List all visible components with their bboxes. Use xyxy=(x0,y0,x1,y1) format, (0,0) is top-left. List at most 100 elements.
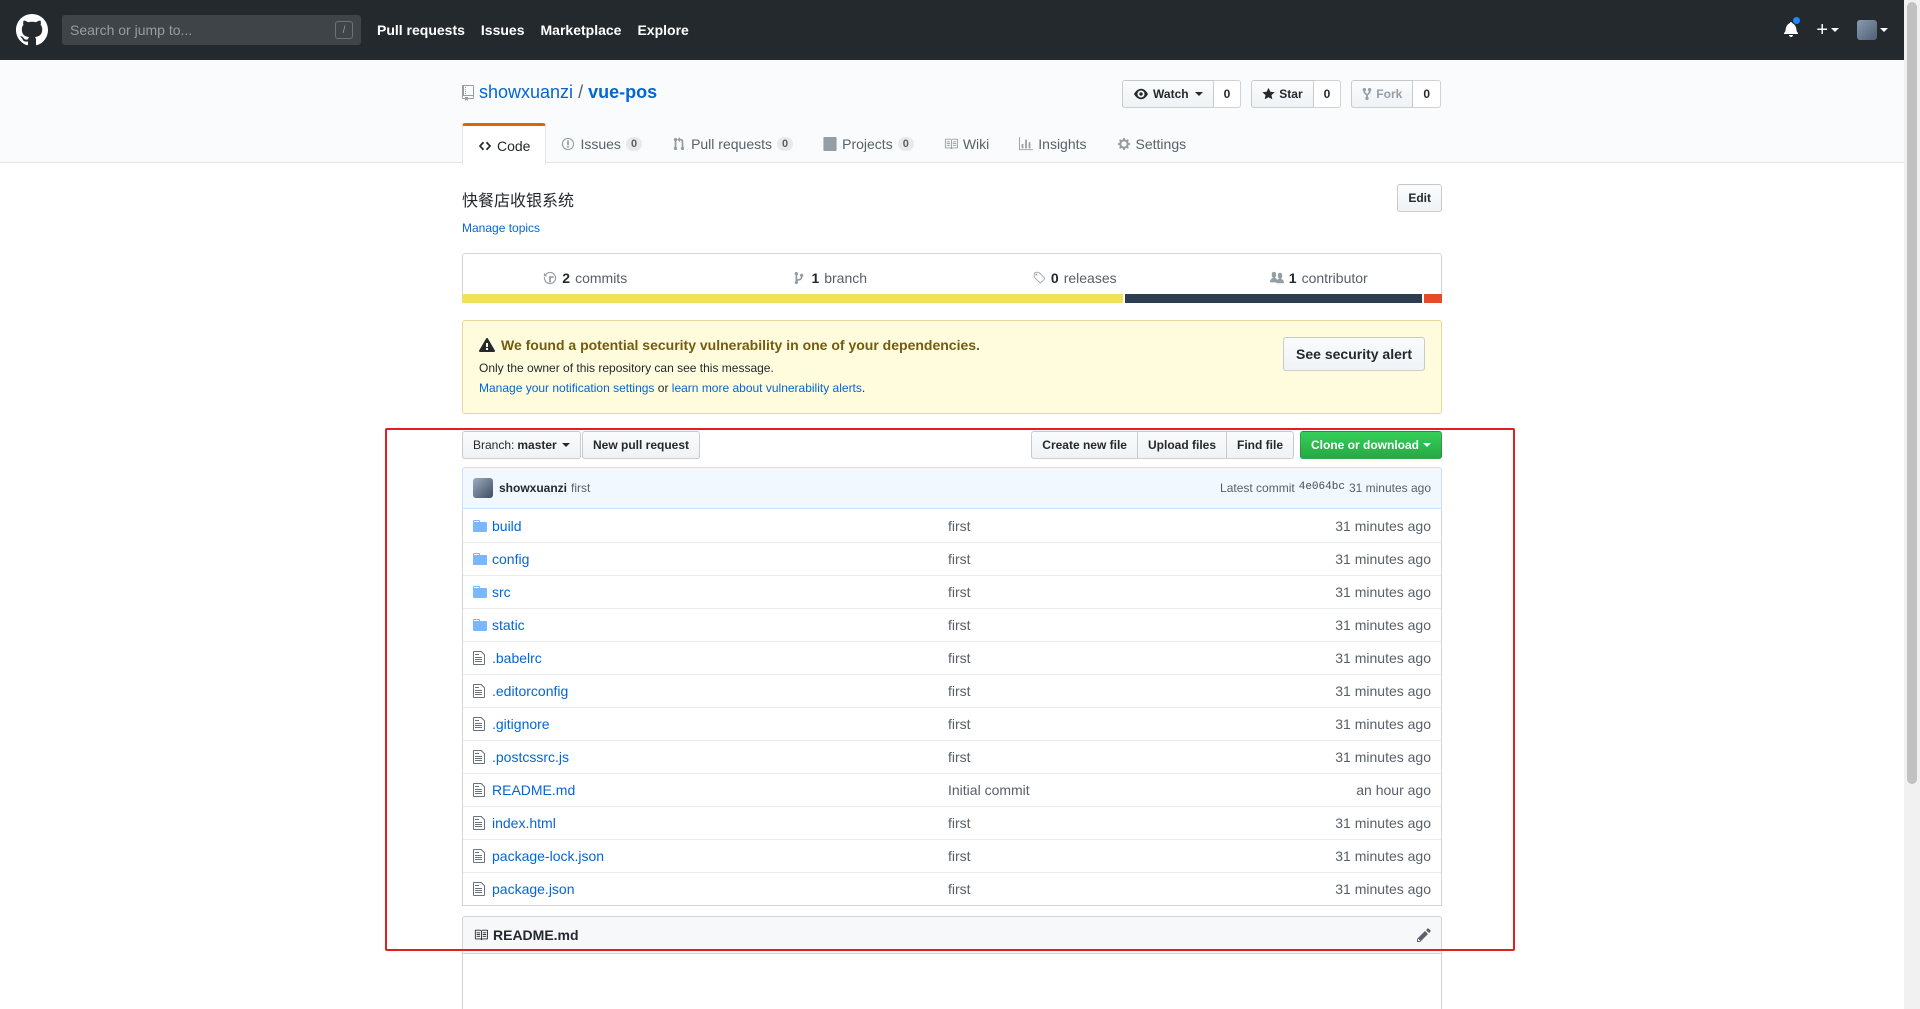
releases-label: releases xyxy=(1063,270,1117,286)
create-new-dropdown[interactable]: + xyxy=(1816,19,1839,42)
file-name-link[interactable]: build xyxy=(492,518,948,534)
tab-projects[interactable]: Projects 0 xyxy=(808,123,929,164)
vulnerability-alerts-link[interactable]: learn more about vulnerability alerts xyxy=(672,381,862,395)
commit-message-link[interactable]: first xyxy=(571,481,590,495)
tab-settings[interactable]: Settings xyxy=(1102,123,1202,164)
contributor-label: contributor xyxy=(1301,270,1368,286)
language-segment[interactable] xyxy=(462,294,1123,303)
file-commit-message[interactable]: first xyxy=(948,518,1335,534)
file-row[interactable]: package.json first 31 minutes ago xyxy=(463,872,1441,905)
scrollbar-thumb[interactable] xyxy=(1907,2,1917,784)
tab-insights[interactable]: Insights xyxy=(1004,123,1101,164)
file-name-link[interactable]: package-lock.json xyxy=(492,848,948,864)
pencil-icon[interactable] xyxy=(1417,927,1431,943)
file-row[interactable]: index.html first 31 minutes ago xyxy=(463,806,1441,839)
file-name-link[interactable]: README.md xyxy=(492,782,948,798)
star-count[interactable]: 0 xyxy=(1313,80,1342,108)
latest-commit-bar: showxuanzi first Latest commit 4e064bc 3… xyxy=(462,467,1442,509)
fork-button[interactable]: Fork xyxy=(1351,80,1414,108)
watch-count[interactable]: 0 xyxy=(1213,80,1242,108)
file-row[interactable]: .postcssrc.js first 31 minutes ago xyxy=(463,740,1441,773)
language-segment[interactable] xyxy=(1422,294,1442,303)
edit-description-button[interactable]: Edit xyxy=(1397,184,1442,212)
file-name-link[interactable]: static xyxy=(492,617,948,633)
repo-owner-link[interactable]: showxuanzi xyxy=(479,82,573,103)
clone-label: Clone or download xyxy=(1311,438,1419,452)
nav-explore[interactable]: Explore xyxy=(637,22,688,38)
file-commit-message[interactable]: first xyxy=(948,683,1335,699)
file-name-link[interactable]: .babelrc xyxy=(492,650,948,666)
star-button[interactable]: Star xyxy=(1251,80,1314,108)
file-row[interactable]: config first 31 minutes ago xyxy=(463,542,1441,575)
file-commit-message[interactable]: Initial commit xyxy=(948,782,1356,798)
file-commit-message[interactable]: first xyxy=(948,749,1335,765)
new-pull-request-button[interactable]: New pull request xyxy=(582,431,701,459)
search-box[interactable]: / xyxy=(62,15,361,45)
tab-issues[interactable]: Issues 0 xyxy=(546,123,657,164)
nav-pull-requests[interactable]: Pull requests xyxy=(377,22,465,38)
book-icon xyxy=(944,138,958,149)
file-commit-message[interactable]: first xyxy=(948,617,1335,633)
tab-projects-label: Projects xyxy=(842,135,893,152)
file-icon xyxy=(473,683,489,699)
file-commit-message[interactable]: first xyxy=(948,716,1335,732)
file-row[interactable]: .editorconfig first 31 minutes ago xyxy=(463,674,1441,707)
file-icon xyxy=(473,749,489,765)
file-commit-message[interactable]: first xyxy=(948,584,1335,600)
contributor-count: 1 xyxy=(1288,270,1297,286)
nav-issues[interactable]: Issues xyxy=(481,22,525,38)
github-logo-icon[interactable] xyxy=(16,14,48,46)
watch-button[interactable]: Watch xyxy=(1122,80,1214,108)
file-row[interactable]: package-lock.json first 31 minutes ago xyxy=(463,839,1441,872)
tab-wiki[interactable]: Wiki xyxy=(929,123,1004,164)
upload-files-button[interactable]: Upload files xyxy=(1136,431,1227,459)
repo-name-link[interactable]: vue-pos xyxy=(588,82,657,103)
nav-marketplace[interactable]: Marketplace xyxy=(541,22,622,38)
notifications-button[interactable] xyxy=(1784,15,1802,40)
search-input[interactable] xyxy=(70,22,310,38)
file-commit-message[interactable]: first xyxy=(948,881,1335,897)
file-name-link[interactable]: index.html xyxy=(492,815,948,831)
repo-actions: Watch 0 Star 0 Fork 0 xyxy=(1122,80,1441,108)
file-name-link[interactable]: src xyxy=(492,584,948,600)
language-segment[interactable] xyxy=(1122,294,1423,303)
file-row[interactable]: README.md Initial commit an hour ago xyxy=(463,773,1441,806)
file-name-link[interactable]: config xyxy=(492,551,948,567)
caret-down-icon xyxy=(1831,28,1839,32)
see-security-alert-button[interactable]: See security alert xyxy=(1283,337,1425,371)
file-commit-message[interactable]: first xyxy=(948,815,1335,831)
file-name-link[interactable]: .postcssrc.js xyxy=(492,749,948,765)
language-bar[interactable] xyxy=(462,294,1442,303)
file-row[interactable]: src first 31 minutes ago xyxy=(463,575,1441,608)
file-row[interactable]: static first 31 minutes ago xyxy=(463,608,1441,641)
manage-topics-link[interactable]: Manage topics xyxy=(462,221,540,235)
file-age: 31 minutes ago xyxy=(1335,848,1431,864)
fork-icon xyxy=(1362,87,1372,101)
avatar[interactable] xyxy=(473,478,493,498)
create-new-file-button[interactable]: Create new file xyxy=(1031,431,1138,459)
file-name-link[interactable]: .gitignore xyxy=(492,716,948,732)
file-row[interactable]: .babelrc first 31 minutes ago xyxy=(463,641,1441,674)
gear-icon xyxy=(1117,137,1130,150)
alert-or-text: or xyxy=(657,381,669,395)
tab-code[interactable]: Code xyxy=(462,123,547,165)
file-commit-message[interactable]: first xyxy=(948,650,1335,666)
clone-or-download-button[interactable]: Clone or download xyxy=(1300,431,1442,459)
file-age: 31 minutes ago xyxy=(1335,881,1431,897)
file-name-link[interactable]: .editorconfig xyxy=(492,683,948,699)
file-row[interactable]: build first 31 minutes ago xyxy=(463,509,1441,542)
file-row[interactable]: .gitignore first 31 minutes ago xyxy=(463,707,1441,740)
fork-count[interactable]: 0 xyxy=(1413,80,1441,108)
file-name-link[interactable]: package.json xyxy=(492,881,948,897)
branch-select-button[interactable]: Branch: master xyxy=(462,431,581,459)
file-commit-message[interactable]: first xyxy=(948,551,1335,567)
commit-sha-link[interactable]: 4e064bc xyxy=(1299,481,1345,495)
file-commit-message[interactable]: first xyxy=(948,848,1335,864)
user-menu-dropdown[interactable] xyxy=(1857,20,1888,40)
commit-author-link[interactable]: showxuanzi xyxy=(499,481,567,495)
page-scrollbar[interactable] xyxy=(1904,0,1920,1009)
latest-commit-info: Latest commit 4e064bc 31 minutes ago xyxy=(1220,481,1431,495)
notification-settings-link[interactable]: Manage your notification settings xyxy=(479,381,654,395)
find-file-button[interactable]: Find file xyxy=(1226,431,1294,459)
tab-pull-requests[interactable]: Pull requests 0 xyxy=(657,123,808,164)
